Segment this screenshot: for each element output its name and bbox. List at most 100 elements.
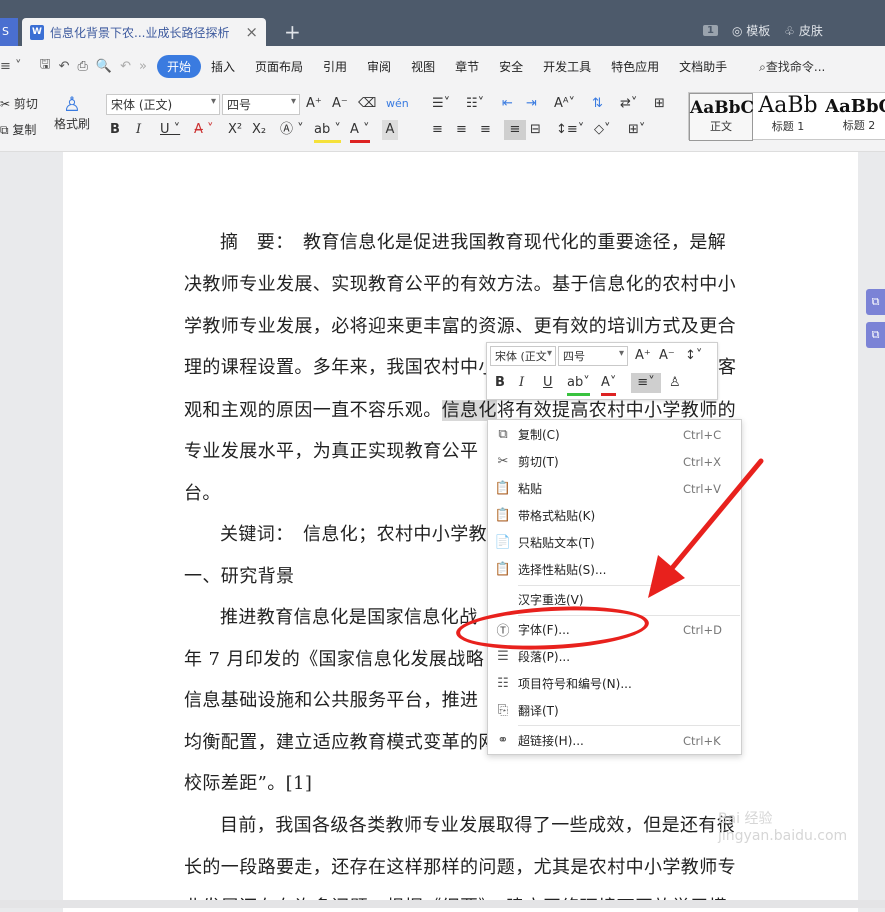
mini-format-painter-icon[interactable]: ♙ (669, 373, 681, 393)
mini-align-icon[interactable]: ≡˅ (631, 373, 661, 393)
ctx-hyperlink-shortcut: Ctrl+K (683, 733, 721, 748)
menu-insert[interactable]: 插入 (201, 55, 245, 78)
mini-highlight-icon[interactable]: ab˅ (567, 373, 590, 396)
copy-icon: ⧉ (498, 427, 508, 442)
ctx-copy[interactable]: ⧉ 复制(C) Ctrl+C (488, 421, 741, 448)
table-grid-icon[interactable]: ⊞ (654, 94, 665, 114)
align-right-icon[interactable]: ≡ (480, 120, 491, 140)
mini-font-name-select[interactable]: 宋体 (正文 (490, 346, 556, 366)
save-icon[interactable]: 🖫 (40, 55, 51, 77)
menu-view[interactable]: 视图 (401, 55, 445, 78)
style-heading-1[interactable]: AaBb 标题 1 (755, 93, 821, 141)
style-normal[interactable]: AaBbC 正文 (689, 93, 754, 141)
menu-special-apps[interactable]: 特色应用 (601, 55, 669, 78)
side-panel-icon[interactable]: ⧉ (866, 289, 885, 315)
file-menu-icon[interactable]: ≡ ˅ (0, 59, 22, 74)
copy-button[interactable]: ⧉ 复制 (0, 120, 36, 140)
brush-icon: ♙ (63, 92, 81, 116)
increase-indent-icon[interactable]: ⇥ (526, 94, 537, 114)
font-name-select[interactable]: 宋体 (正文) (106, 94, 220, 115)
borders-icon[interactable]: ⊞˅ (628, 120, 645, 140)
menu-doc-assistant[interactable]: 文档助手 (669, 55, 737, 78)
decrease-indent-icon[interactable]: ⇤ (502, 94, 513, 114)
ctx-hyperlink[interactable]: ⚭ 超链接(H)... Ctrl+K (488, 727, 741, 754)
search-command[interactable]: ⌕查找命令... (759, 58, 825, 75)
menu-references[interactable]: 引用 (313, 55, 357, 78)
window-count-badge[interactable]: 1 (703, 25, 718, 36)
font-color-icon[interactable]: A ˅ (350, 120, 370, 143)
superscript-icon[interactable]: X² (228, 120, 242, 140)
menu-review[interactable]: 审阅 (357, 55, 401, 78)
ctx-bullets-label: 项目符号和编号(N)... (518, 677, 632, 691)
side-panel-icon[interactable]: ⧉ (866, 322, 885, 348)
highlight-icon[interactable]: ab ˅ (314, 120, 341, 143)
search-icon: ⌕ (759, 59, 766, 74)
justify-icon[interactable]: ≡ (504, 120, 526, 140)
underline-icon[interactable]: U ˅ (160, 120, 180, 140)
more-icon[interactable]: » (139, 59, 147, 74)
ctx-hyperlink-label: 超链接(H)... (518, 734, 584, 748)
doc-line: 关键词： 信息化；农村中小学教 (220, 524, 487, 545)
doc-line: 理的课程设置。多年来，我国农村中小 (184, 357, 497, 378)
doc-line: 摘 要： 教育信息化是促进我国教育现代化的重要途径，是解 (220, 232, 727, 253)
style-normal-sample: AaBbC (690, 98, 754, 118)
template-button[interactable]: ◎ 模板 (732, 22, 770, 39)
mini-bold-icon[interactable]: B (495, 373, 505, 393)
phonetic-icon[interactable]: wén (386, 94, 409, 114)
subscript-icon[interactable]: X₂ (252, 120, 266, 140)
strikethrough-icon[interactable]: A̶ ˅ (194, 120, 214, 140)
close-tab-icon[interactable]: × (245, 23, 258, 41)
skin-button[interactable]: ♧ 皮肤 (784, 22, 823, 39)
cut-button[interactable]: ✂ 剪切 (0, 94, 38, 114)
grow-font-icon[interactable]: A⁺ (306, 94, 322, 114)
ctx-bullets[interactable]: ☷ 项目符号和编号(N)... (488, 670, 741, 697)
style-heading-2-sample: AaBbC (825, 96, 885, 117)
font-size-select[interactable]: 四号 (222, 94, 300, 115)
menu-chapter[interactable]: 章节 (445, 55, 489, 78)
doc-line: 台。 (184, 483, 221, 504)
mini-italic-icon[interactable]: I (519, 373, 524, 393)
paste-text-icon: 📄 (494, 535, 512, 550)
change-case-icon[interactable]: Aᴬ˅ (554, 94, 575, 114)
undo-icon[interactable]: ↶ (120, 59, 131, 74)
doc-line: 专业发展水平，为真正实现教育公平 (184, 441, 479, 462)
undo-export-icon[interactable]: ↶ (59, 59, 70, 74)
align-left-icon[interactable]: ≡ (432, 120, 443, 140)
shading-icon[interactable]: ◇˅ (594, 120, 611, 140)
print-icon[interactable]: ⎙ (78, 59, 88, 74)
menu-developer[interactable]: 开发工具 (533, 55, 601, 78)
bullets-icon[interactable]: ☰˅ (432, 94, 450, 114)
bold-icon[interactable]: B (110, 120, 120, 140)
document-tab[interactable]: W 信息化背景下农...业成长路径探析 × (22, 18, 266, 46)
text-effect-icon[interactable]: Ⓐ ˅ (280, 120, 304, 140)
mini-grow-font-icon[interactable]: A⁺ (635, 346, 651, 366)
align-center-icon[interactable]: ≡ (456, 120, 467, 140)
numbering-icon[interactable]: ☷˅ (466, 94, 484, 114)
format-painter-button[interactable]: ♙ 格式刷 (52, 94, 92, 134)
print-preview-icon[interactable]: 🔍 (96, 59, 112, 74)
menu-security[interactable]: 安全 (489, 55, 533, 78)
char-shading-icon[interactable]: A (382, 120, 398, 140)
menu-page-layout[interactable]: 页面布局 (245, 55, 313, 78)
selected-text[interactable]: 信息化 (441, 400, 497, 421)
italic-icon[interactable]: I (136, 120, 141, 140)
menu-start[interactable]: 开始 (156, 54, 201, 78)
mini-line-spacing-icon[interactable]: ↕˅ (685, 346, 702, 366)
shrink-font-icon[interactable]: A⁻ (332, 94, 348, 114)
new-tab-button[interactable]: + (284, 20, 301, 44)
distribute-icon[interactable]: ⊟ (530, 120, 541, 140)
mini-font-color-icon[interactable]: A˅ (601, 373, 617, 396)
line-spacing-icon[interactable]: ↕≡˅ (556, 120, 584, 140)
mini-font-size-select[interactable]: 四号 (558, 346, 628, 366)
mini-underline-icon[interactable]: U (543, 373, 553, 393)
app-menu-icon[interactable]: S (0, 18, 18, 46)
ctx-translate[interactable]: ⎘ 翻译(T) (488, 697, 741, 724)
style-heading-2[interactable]: AaBbC 标题 2 (823, 93, 885, 141)
sort-icon[interactable]: ⇅ (592, 94, 603, 114)
style-heading-1-label: 标题 1 (771, 120, 805, 133)
clear-format-icon[interactable]: ⌫ (358, 94, 376, 114)
red-arrow-icon (648, 458, 764, 598)
mini-shrink-font-icon[interactable]: A⁻ (659, 346, 675, 366)
doc-line: 信息基础设施和公共服务平台，推进 (184, 690, 479, 711)
show-marks-icon[interactable]: ⇄˅ (620, 94, 637, 114)
